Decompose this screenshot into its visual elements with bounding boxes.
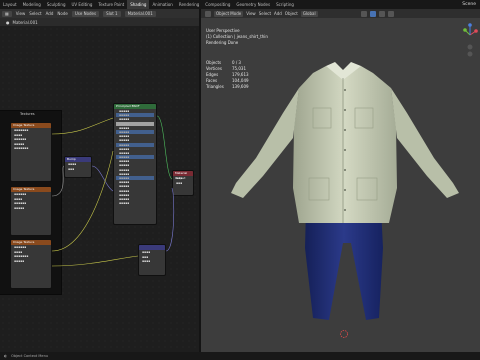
node-links	[51, 115, 175, 267]
shading-solid-icon[interactable]	[369, 10, 376, 17]
shader-editor: ▦ View Select Add Node Use Nodes Slot 1 …	[0, 9, 199, 360]
workspace-tab[interactable]: UV Editing	[69, 0, 96, 9]
viewport-header: Object Mode View Select Add Object Globa…	[201, 9, 480, 18]
workspace-tab[interactable]: Geometry Nodes	[233, 0, 273, 9]
workspace-tab[interactable]: Scripting	[273, 0, 297, 9]
workspace-tabs: Layout Modeling Sculpting UV Editing Texture…	[0, 0, 480, 9]
menu-view[interactable]: View	[16, 11, 26, 16]
workspace-tab[interactable]: Rendering	[176, 0, 202, 9]
scene-selector[interactable]: Scene	[462, 0, 476, 9]
shading-material-icon[interactable]	[378, 10, 385, 17]
workspace-tab[interactable]: Layout	[0, 0, 20, 9]
slot-dropdown[interactable]: Slot 1	[103, 10, 121, 17]
material-dropdown[interactable]: Material.001	[124, 10, 156, 17]
mode-dropdown[interactable]: Object Mode	[214, 10, 244, 17]
use-nodes-toggle[interactable]: Use Nodes	[71, 10, 100, 17]
overlay-icon[interactable]	[360, 10, 367, 17]
editor-type-icon[interactable]	[205, 10, 211, 17]
editor-type-button[interactable]: ▦	[2, 10, 12, 17]
material-icon: ●	[6, 19, 10, 25]
3d-cursor-icon	[340, 330, 348, 338]
workspace-tab[interactable]: Sculpting	[44, 0, 69, 9]
shader-editor-header: ▦ View Select Add Node Use Nodes Slot 1 …	[0, 9, 199, 18]
transform-orientation[interactable]: Global	[300, 10, 318, 17]
menu-node[interactable]: Node	[57, 11, 67, 16]
menu-view[interactable]: View	[246, 11, 256, 16]
workspace-tab[interactable]: Animation	[149, 0, 175, 9]
menu-select[interactable]: Select	[259, 11, 271, 16]
menu-add[interactable]: Add	[46, 11, 54, 16]
status-bar: ◐ Object Context Menu	[0, 352, 480, 360]
shading-rendered-icon[interactable]	[387, 10, 394, 17]
status-hint: Object Context Menu	[11, 354, 49, 358]
workspace-tab[interactable]: Modeling	[20, 0, 44, 9]
garment-model[interactable]	[201, 18, 480, 360]
blender-window: Layout Modeling Sculpting UV Editing Texture…	[0, 0, 480, 360]
workspace-tab[interactable]: Compositing	[202, 0, 233, 9]
3d-viewport[interactable]: Object Mode View Select Add Object Globa…	[201, 9, 480, 360]
left-sleeve	[231, 88, 299, 198]
menu-object[interactable]: Object	[285, 11, 298, 16]
mouse-icon: ◐	[4, 354, 8, 358]
workspace-tab[interactable]: Shading	[127, 0, 150, 9]
node-canvas[interactable]: Textures Image Texture ▪▪▪▪▪▪▪ ▪▪▪▪ ▪▪▪▪…	[0, 26, 199, 360]
workspace-tab[interactable]: Texture Paint	[95, 0, 127, 9]
breadcrumb: ● Material.001	[0, 18, 199, 26]
jeans-mesh	[305, 208, 383, 320]
menu-select[interactable]: Select	[29, 11, 41, 16]
breadcrumb-material: Material.001	[12, 19, 38, 25]
menu-add[interactable]: Add	[274, 11, 282, 16]
right-sleeve	[391, 88, 459, 198]
